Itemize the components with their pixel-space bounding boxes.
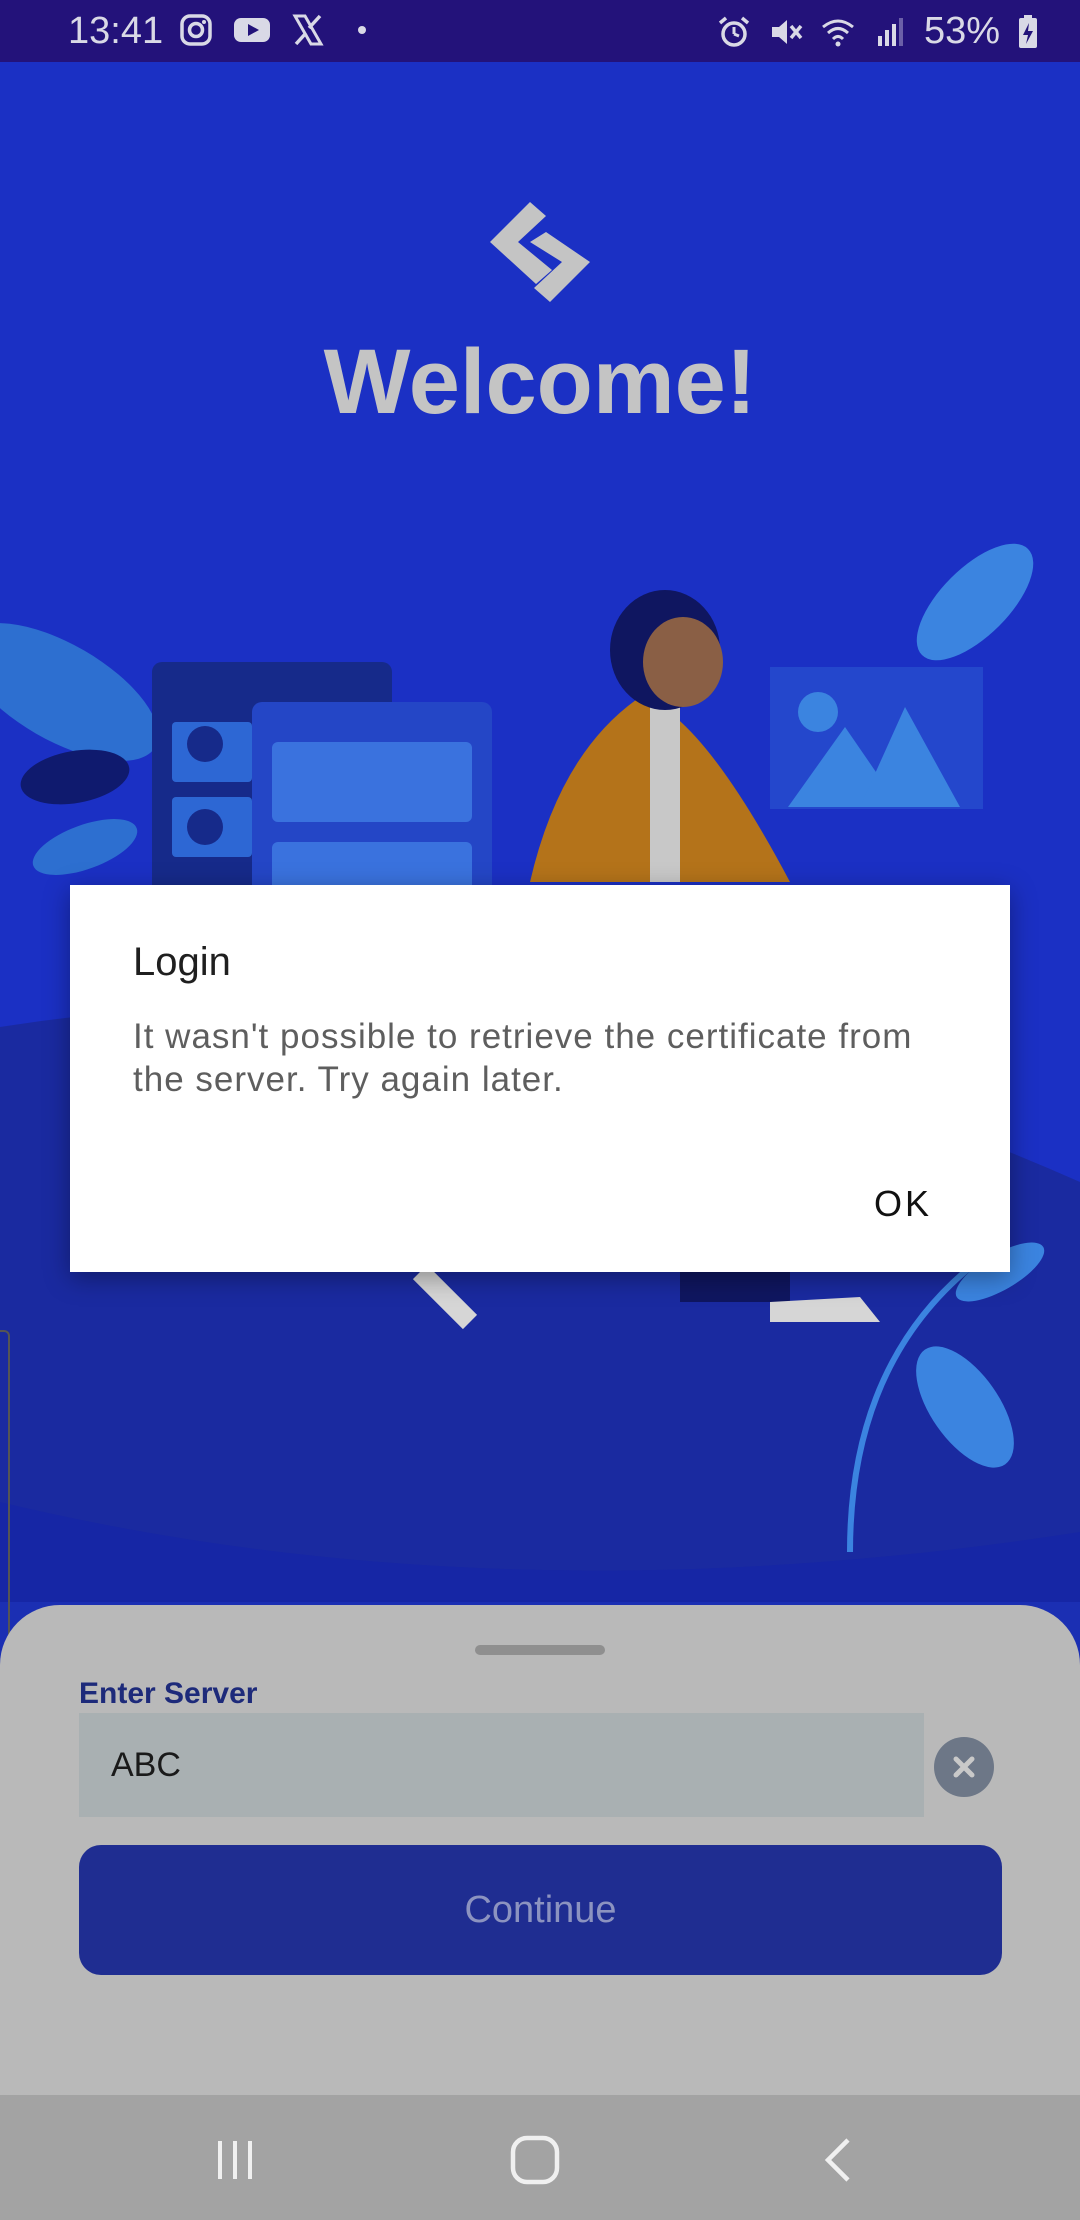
clear-input-button[interactable]	[934, 1737, 994, 1797]
back-icon	[824, 2138, 850, 2182]
server-input[interactable]	[79, 1713, 924, 1817]
server-label: Enter Server	[79, 1677, 258, 1710]
status-time: 13:41	[68, 10, 164, 52]
x-icon	[292, 14, 324, 46]
continue-button[interactable]: Continue	[79, 1845, 1002, 1975]
mute-icon	[771, 19, 803, 44]
login-error-dialog: Login It wasn't possible to retrieve the…	[70, 885, 1010, 1272]
dot-icon	[358, 26, 366, 34]
welcome-background: Welcome!	[0, 62, 1080, 1602]
wifi-icon	[822, 19, 854, 46]
dialog-title: Login	[133, 940, 231, 984]
back-button[interactable]	[804, 2125, 874, 2195]
system-nav-bar	[0, 2095, 1080, 2220]
close-icon	[953, 1756, 975, 1778]
server-bottom-sheet: Enter Server Continue	[0, 1605, 1080, 2095]
recent-apps-button[interactable]	[200, 2125, 270, 2195]
youtube-icon	[234, 18, 270, 42]
recent-apps-icon	[218, 2141, 252, 2179]
signal-icon	[877, 17, 903, 46]
status-bar: 13:41 53%	[0, 0, 1080, 62]
home-icon	[510, 2135, 560, 2185]
ok-button[interactable]: OK	[874, 1183, 932, 1225]
dialog-message: It wasn't possible to retrieve the certi…	[133, 1017, 913, 1099]
sheet-drag-handle[interactable]	[475, 1645, 605, 1655]
battery-icon	[1019, 14, 1037, 48]
welcome-title: Welcome!	[323, 331, 757, 433]
home-button[interactable]	[500, 2125, 570, 2195]
instagram-icon	[180, 14, 212, 46]
app-logo-icon	[490, 202, 590, 302]
alarm-icon	[718, 16, 750, 47]
battery-percent: 53%	[923, 10, 1000, 52]
